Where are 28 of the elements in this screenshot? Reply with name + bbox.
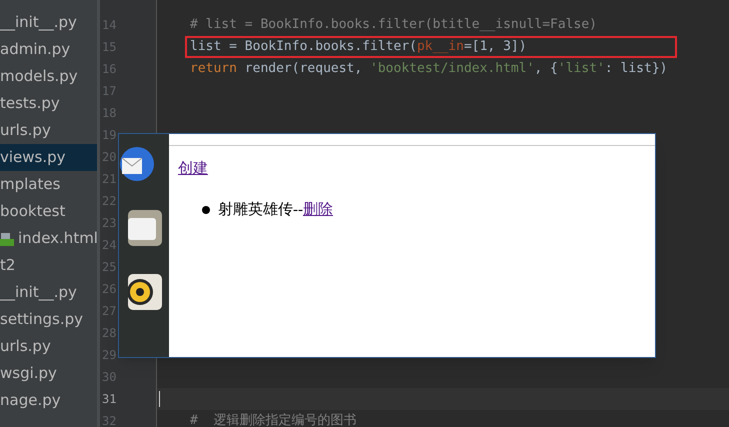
- project-tree-item[interactable]: urls.py: [0, 333, 97, 360]
- create-link[interactable]: 创建: [178, 158, 208, 180]
- project-tree-item[interactable]: tests.py: [0, 90, 97, 117]
- project-tree-item[interactable]: settings.py: [0, 306, 97, 333]
- speaker-app-icon[interactable]: [128, 274, 162, 310]
- project-tree-item[interactable]: t2: [0, 252, 97, 279]
- project-tree-item[interactable]: booktest: [0, 198, 97, 225]
- code-line: # list = BookInfo.books.filter(btitle__isnull=False): [189, 16, 598, 34]
- code-line: # 逻辑删除指定编号的图书: [189, 412, 358, 427]
- project-tree-item[interactable]: mplates: [0, 171, 97, 198]
- project-tree-item[interactable]: __init__.py: [0, 9, 97, 36]
- book-title: 射雕英雄传--: [218, 200, 303, 220]
- project-tree-item[interactable]: views.py: [0, 144, 97, 171]
- folder-app-icon[interactable]: [128, 210, 162, 246]
- project-tree-item[interactable]: admin.py: [0, 36, 97, 63]
- project-tree-item[interactable]: models.py: [0, 63, 97, 90]
- bullet-icon: [202, 206, 210, 214]
- project-tree-item[interactable]: index.html: [0, 225, 97, 252]
- mail-app-icon[interactable]: [120, 146, 154, 182]
- code-line: return render(request, 'booktest/index.html', {'list': list}): [189, 60, 668, 78]
- delete-link[interactable]: 删除: [303, 198, 333, 221]
- text-cursor: [159, 391, 160, 407]
- project-tree-item[interactable]: urls.py: [0, 117, 97, 144]
- project-tree-item[interactable]: __init__.py: [0, 279, 97, 306]
- html-file-icon: [0, 232, 14, 246]
- project-tree-item[interactable]: nage.py: [0, 387, 97, 414]
- line-number: 31: [102, 391, 116, 408]
- project-tree-item[interactable]: wsgi.py: [0, 360, 97, 387]
